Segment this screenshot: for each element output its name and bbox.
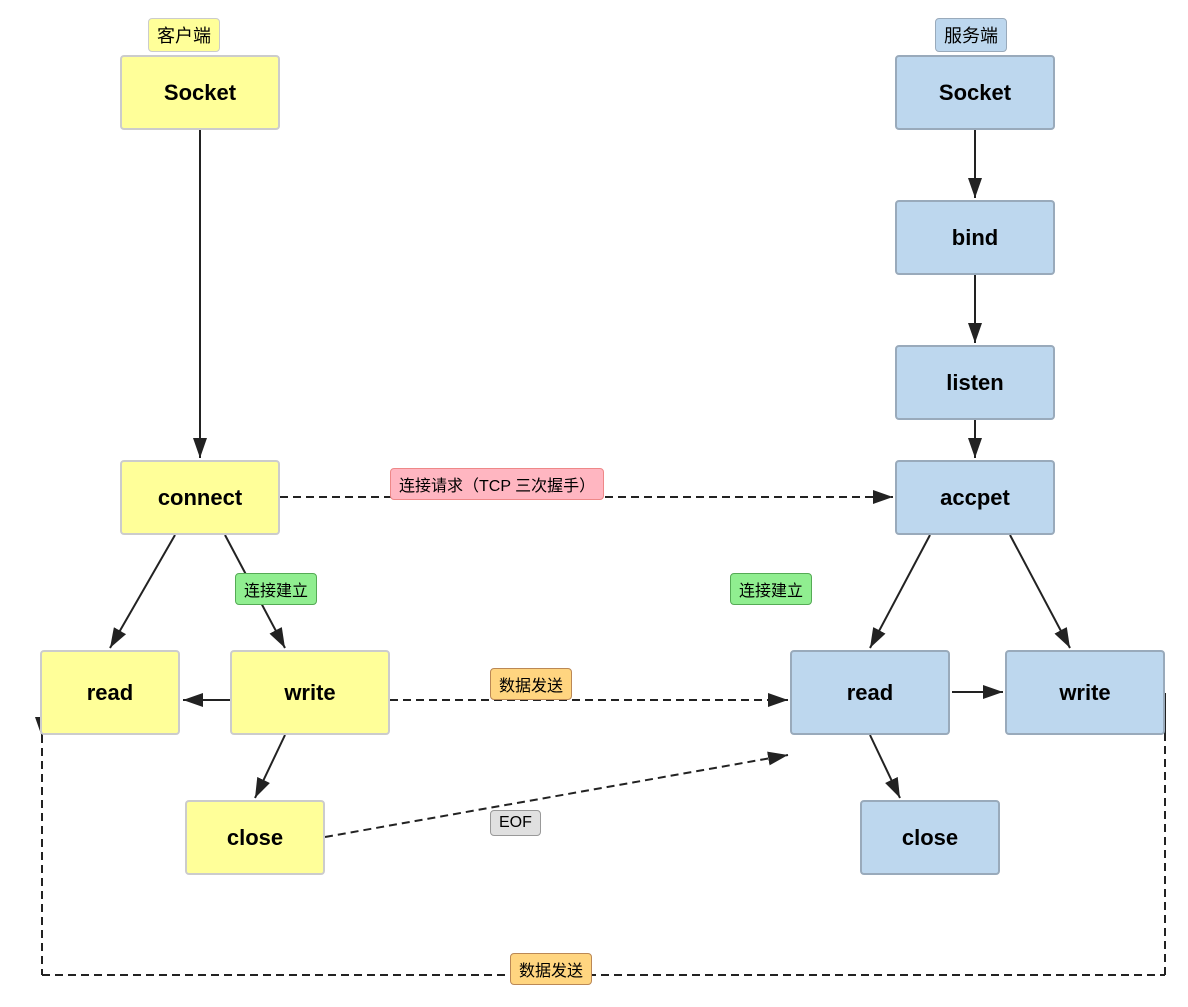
server-bind-box: bind (895, 200, 1055, 275)
connect-req-label: 连接请求（TCP 三次握手） (390, 468, 604, 500)
client-write-box: write (230, 650, 390, 735)
conn-build-server-label: 连接建立 (730, 573, 812, 605)
client-socket-box: Socket (120, 55, 280, 130)
conn-build-client-label: 连接建立 (235, 573, 317, 605)
client-connect-box: connect (120, 460, 280, 535)
data-send-mid-label: 数据发送 (490, 668, 572, 700)
diagram-container: 客户端 服务端 Socket connect read write close … (0, 0, 1188, 1007)
data-send-bottom-label: 数据发送 (510, 953, 592, 985)
server-socket-box: Socket (895, 55, 1055, 130)
server-close-box: close (860, 800, 1000, 875)
server-accept-box: accpet (895, 460, 1055, 535)
client-close-box: close (185, 800, 325, 875)
client-label: 客户端 (148, 18, 220, 52)
server-read-box: read (790, 650, 950, 735)
server-label: 服务端 (935, 18, 1007, 52)
client-read-box: read (40, 650, 180, 735)
eof-label: EOF (490, 810, 541, 836)
server-write-box: write (1005, 650, 1165, 735)
server-listen-box: listen (895, 345, 1055, 420)
